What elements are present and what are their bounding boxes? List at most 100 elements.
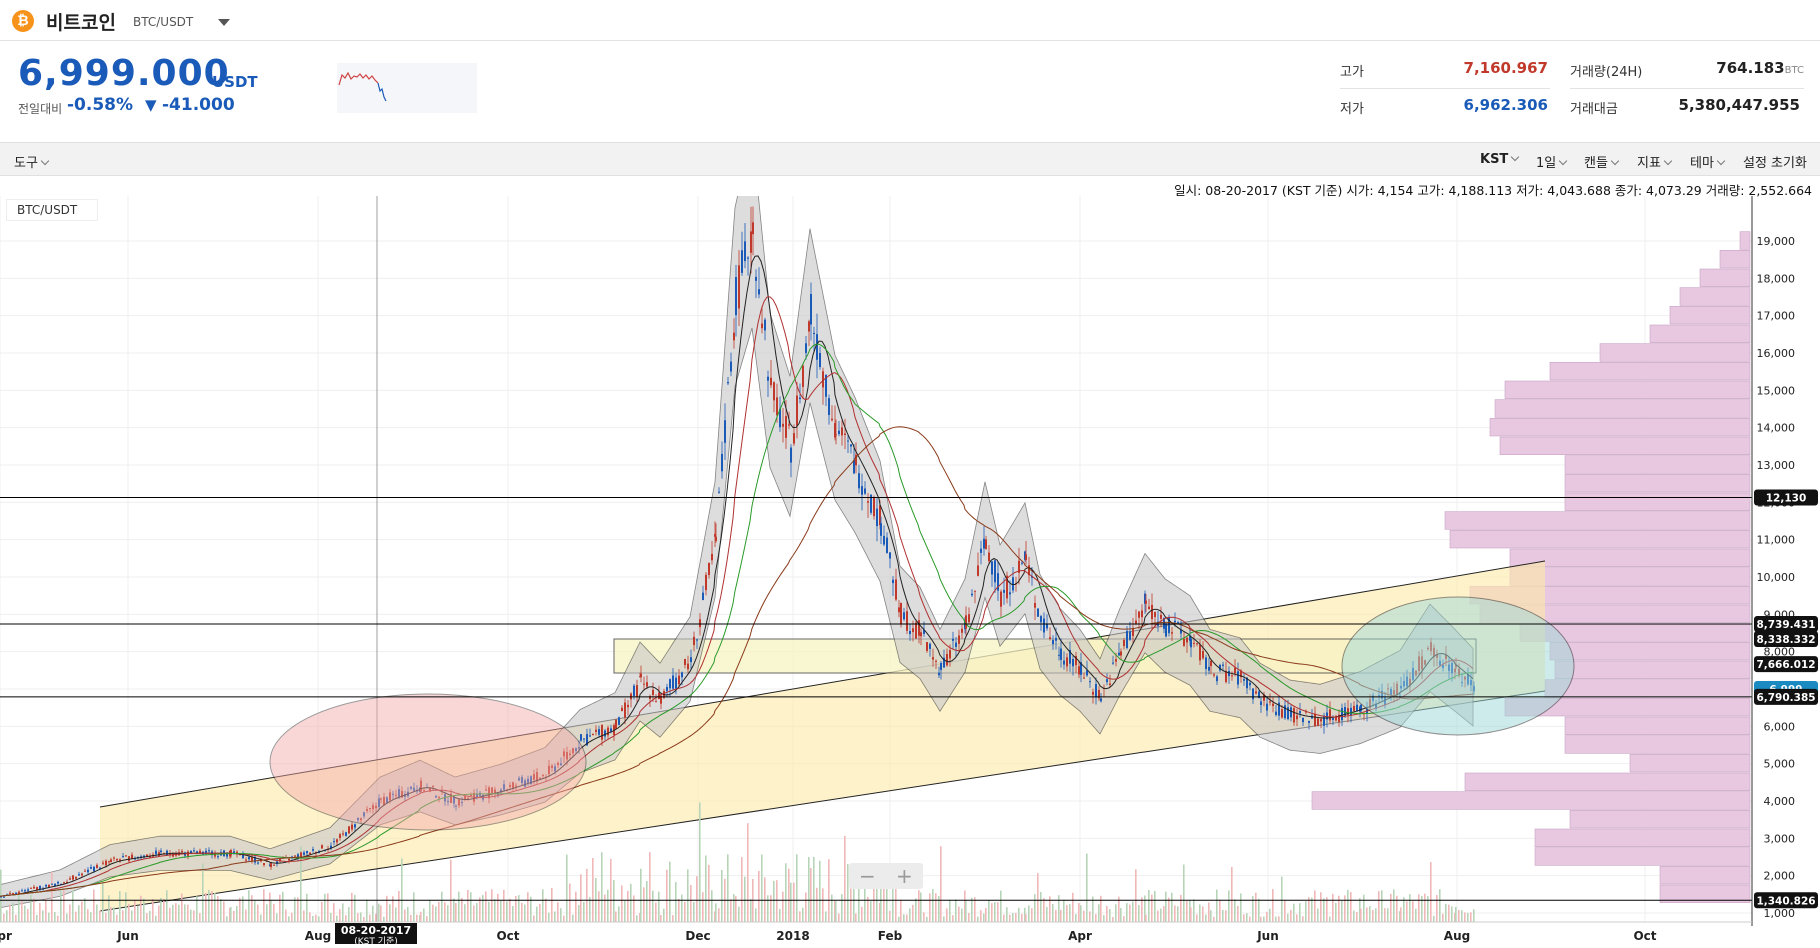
x-tick-label: Oct [496, 929, 519, 943]
volume-bar [230, 906, 232, 922]
candle-body [652, 689, 654, 696]
volume-bar [1003, 914, 1005, 922]
volume-bar [610, 858, 612, 922]
volume-bar [134, 900, 136, 922]
candle-body [1196, 643, 1198, 645]
price-chart[interactable]: 19,000 18,000 17,000 16,000 15,000 14,000 13,0… [0, 131, 1820, 947]
candle-body [1100, 698, 1102, 702]
volume-profile-bar [1489, 418, 1751, 437]
candle-body [166, 850, 168, 856]
volume-bar [1098, 904, 1100, 922]
volume-bar [128, 903, 130, 922]
volume-bar [27, 909, 29, 922]
volume-bar [524, 904, 526, 922]
volume-bar [1196, 914, 1198, 922]
candle-body [850, 444, 852, 447]
volume-bar [974, 897, 976, 922]
volume-bar [276, 913, 278, 922]
candle-body [816, 334, 818, 360]
volume-bar [1344, 895, 1346, 922]
candle-body [1199, 644, 1201, 661]
volume-bar [1151, 894, 1153, 922]
volume-bar [404, 909, 406, 922]
volume-bar [985, 907, 987, 922]
amount-label: 거래대금 [1570, 102, 1618, 117]
volume-bar [672, 915, 674, 922]
volume-bar [233, 910, 235, 922]
volume-bar [375, 913, 377, 922]
candle-body [27, 889, 29, 891]
volume-bar [1461, 910, 1463, 922]
volume-bar [1445, 903, 1447, 922]
candle-body [3, 896, 5, 898]
indicator-menu[interactable]: 지표 [1637, 152, 1673, 171]
candle-body [1034, 602, 1036, 608]
candle-body [1323, 715, 1325, 726]
candle-body [1332, 717, 1334, 720]
volume-bar [1089, 911, 1091, 922]
reset-settings-button[interactable]: 설정 초기화 [1743, 152, 1807, 171]
candle-body [230, 850, 232, 856]
volume-bar [572, 914, 574, 922]
candle-body [735, 277, 737, 316]
candle-body [1043, 618, 1045, 633]
zoom-out-button[interactable]: − [859, 864, 876, 888]
x-tick-label: Apr [1068, 929, 1092, 943]
volume-bar [858, 886, 860, 922]
candle-body [949, 650, 951, 659]
timezone-menu[interactable]: KST [1480, 152, 1520, 167]
volume-bar [282, 891, 284, 922]
volume-bar [1433, 915, 1435, 922]
volume-bar [598, 891, 600, 922]
candle-body [607, 727, 609, 736]
candle-body [96, 864, 98, 868]
volume-bar [613, 880, 615, 922]
volume-bar [666, 869, 668, 922]
volume-bar [1323, 898, 1325, 922]
x-axis: Apr Jun Aug Oct Dec 2018 Feb Apr Jun Aug Oct 08-20-… [0, 921, 1752, 947]
chart-canvas[interactable]: 19,000 18,000 17,000 16,000 15,000 14,000 13,0… [0, 131, 1820, 947]
theme-menu[interactable]: 테마 [1690, 152, 1726, 171]
volume-bar [1284, 899, 1286, 922]
chevron-down-icon [1558, 156, 1568, 166]
volume-bar [935, 893, 937, 922]
tools-menu[interactable]: 도구 [14, 152, 50, 171]
candle-body [45, 885, 47, 887]
candle-body [1272, 703, 1274, 707]
candle-body [348, 826, 350, 834]
candle-body [991, 561, 993, 575]
volume-bar [211, 891, 213, 922]
candle-body [1040, 616, 1042, 623]
chevron-down-icon [1511, 152, 1520, 162]
coin-dropdown-icon[interactable] [218, 19, 230, 26]
candle-body [601, 724, 603, 740]
volume-bar [952, 915, 954, 922]
x-tick-label: Dec [685, 929, 710, 943]
low-label: 저가 [1340, 102, 1364, 117]
chart-type-menu[interactable]: 캔들 [1584, 152, 1620, 171]
volume-bar [802, 907, 804, 922]
candle-body [1151, 604, 1153, 620]
volume-bar [202, 863, 204, 922]
volume-bar [796, 854, 798, 922]
volume-bar [512, 906, 514, 922]
volume-bar [764, 877, 766, 922]
candle-body [336, 839, 338, 843]
candle-body [583, 738, 585, 740]
volume-bar [51, 872, 53, 922]
volume-bar [1060, 909, 1062, 922]
candle-body [873, 497, 875, 517]
volume-bar [1272, 889, 1274, 922]
volume-profile-bar [1564, 735, 1751, 754]
volume-bar [108, 895, 110, 922]
volume-bar [270, 900, 272, 922]
volume-bar [621, 885, 623, 922]
volume-bar [563, 915, 565, 922]
candle-body [1055, 637, 1057, 641]
volume-bar [906, 914, 908, 922]
interval-menu[interactable]: 1일 [1536, 152, 1568, 171]
candle-body [354, 824, 356, 828]
volume-bar [172, 904, 174, 922]
zoom-in-button[interactable]: + [896, 864, 913, 888]
volume-bar [351, 892, 353, 922]
